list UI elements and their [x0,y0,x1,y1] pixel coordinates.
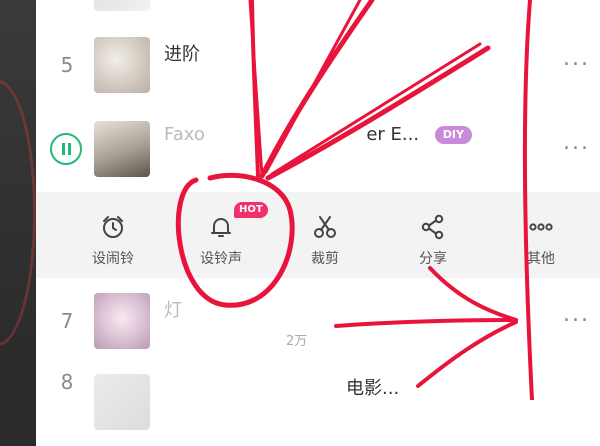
rank-number: 8 [60,370,74,394]
album-cover [94,374,150,430]
pause-icon[interactable] [50,133,82,165]
more-dots-icon [529,223,553,231]
more-options-icon[interactable]: ··· [563,53,590,78]
album-cover [94,293,150,349]
action-label: 裁剪 [311,251,339,267]
song-list-screen: 5 进阶 ··· Faxo er E... DIY ··· 设闹铃 设铃声 HO… [36,0,600,446]
diy-badge: DIY [434,126,472,144]
list-item-playing[interactable]: Faxo er E... DIY ··· [36,106,600,192]
song-title-start: Faxo [164,124,205,145]
share-button[interactable]: 分享 [388,192,478,280]
more-options-icon[interactable]: ··· [563,309,590,334]
album-cover [94,37,150,93]
more-options-icon[interactable]: ··· [563,137,590,162]
alarm-clock-icon [103,216,123,238]
set-alarm-button[interactable]: 设闹铃 [68,192,158,280]
song-title: 灯 [164,300,182,321]
rank-number: 5 [60,53,74,77]
song-title: 进阶 [164,44,200,65]
album-cover [94,0,150,11]
list-item[interactable]: 7 灯 2万 ··· [36,278,600,364]
album-cover [94,121,150,177]
song-title: Faxo er E... DIY [164,124,472,145]
share-icon [421,214,444,240]
song-subtitle: 2万 [286,334,308,349]
background-edge [0,0,36,400]
hot-badge: HOT [234,202,268,218]
trim-button[interactable]: 裁剪 [280,192,370,280]
song-title: 电影... [346,378,400,399]
action-label: 设铃声 [200,251,242,267]
more-actions-button[interactable]: 其他 [496,192,586,280]
bell-icon [211,218,231,237]
action-label: 分享 [419,251,447,267]
action-label: 其他 [527,251,555,267]
rank-number: 7 [60,309,74,333]
action-label: 设闹铃 [92,251,134,267]
song-action-bar: 设闹铃 设铃声 HOT 裁剪 分享 其他 [36,192,600,280]
list-item[interactable]: 8 电影... [36,360,600,446]
scissors-icon [314,216,336,238]
list-item[interactable]: 5 进阶 ··· [36,22,600,108]
song-title-end: er E... [366,124,420,145]
